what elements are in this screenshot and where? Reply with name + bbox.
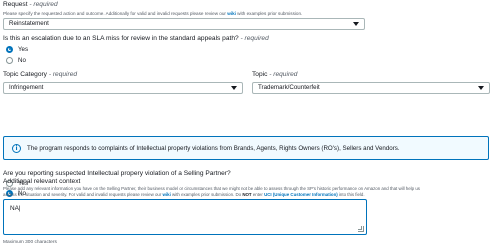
topic-category-required: - required [48,71,78,78]
request-label: Request - required [3,1,58,9]
request-required: - required [29,1,58,8]
topic-value: Trademark/Counterfeit [258,84,320,91]
info-icon: i [12,144,21,153]
context-uci-link[interactable]: UCI (Unique Customer Information) [264,192,338,197]
context-hint2-mid: with examples prior submission. Do [170,192,243,197]
chevron-down-icon [231,86,237,90]
request-label-text: Request [3,1,28,8]
topic-category-value: Infringement [9,84,44,91]
info-alert: i The program responds to complaints of … [3,136,489,160]
request-value: Reinstatement [9,20,49,27]
request-hint-tail: with examples prior submission. [235,11,303,16]
chevron-down-icon [478,86,484,90]
chevron-down-icon [353,22,359,26]
topic-label-text: Topic [252,71,268,78]
topic-label: Topic - required [252,71,297,79]
context-footer: Maximum 300 characters [3,240,57,245]
request-wiki-link[interactable]: wiki [227,11,236,16]
request-select[interactable]: Reinstatement [3,18,365,30]
info-text: The program responds to complaints of In… [27,145,400,152]
topic-category-label: Topic Category - required [3,71,77,79]
request-hint: Please specify the requested action and … [3,11,302,17]
escalation-option-yes[interactable]: Yes [6,45,28,53]
topic-category-label-text: Topic Category [3,71,47,78]
context-hint2-text: assess the situation and severity. For v… [3,192,163,197]
context-textarea[interactable]: NA| [3,199,367,235]
escalation-option-no[interactable]: No [6,56,26,64]
context-value: NA| [10,205,21,212]
context-hint2-not: NOT [242,192,252,197]
additional-context-title: Additional relevant context [3,178,81,185]
escalation-yes-label: Yes [18,45,29,53]
context-hint-line2: assess the situation and severity. For v… [3,192,365,198]
escalation-question: Is this an escalation due to an SLA miss… [3,35,269,43]
topic-select[interactable]: Trademark/Counterfeit [252,82,490,94]
resize-handle-icon[interactable] [358,226,364,232]
ip-violation-question: Are you reporting suspected Intellectual… [3,170,231,177]
context-wiki-link[interactable]: wiki [163,192,171,197]
context-hint2-mid2: enter [251,192,265,197]
request-hint-text: Please specify the requested action and … [3,11,228,16]
radio-unselected-icon [6,56,13,64]
escalation-question-text: Is this an escalation due to an SLA miss… [3,35,239,42]
radio-selected-icon [6,45,13,53]
escalation-no-label: No [18,56,26,64]
topic-required: - required [269,71,298,78]
escalation-required: - required [240,35,269,42]
context-hint2-tail: into this field. [337,192,365,197]
topic-category-select[interactable]: Infringement [3,82,243,94]
